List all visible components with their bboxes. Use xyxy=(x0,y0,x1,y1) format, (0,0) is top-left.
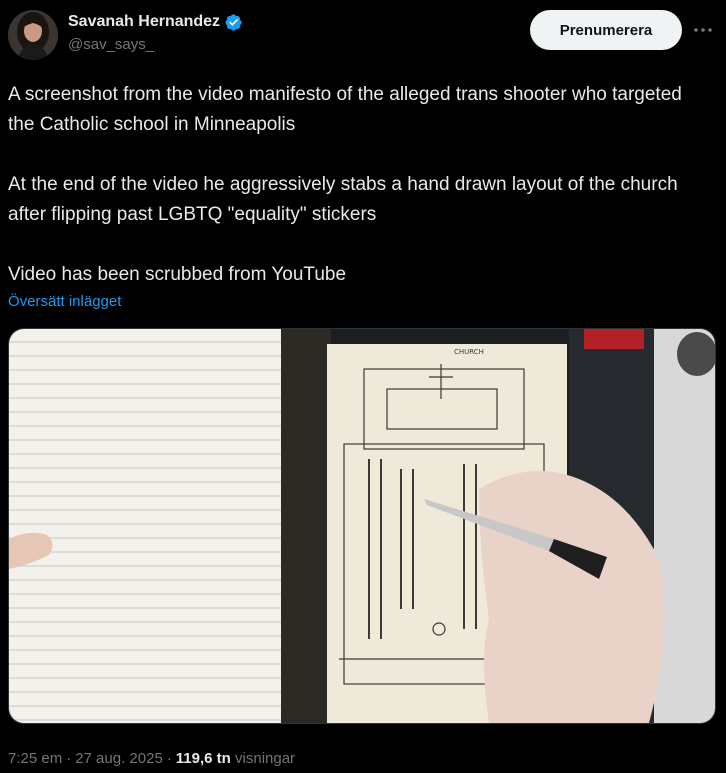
subscribe-button[interactable]: Prenumerera xyxy=(530,10,682,50)
author-avatar[interactable] xyxy=(8,10,58,60)
tweet-date[interactable]: 27 aug. 2025 xyxy=(75,750,163,767)
tweet-body: A screenshot from the video manifesto of… xyxy=(8,80,713,290)
verified-badge-icon xyxy=(225,13,242,31)
more-dots-icon xyxy=(694,28,712,32)
meta-separator: · xyxy=(166,750,172,767)
views-count: 119,6 tn xyxy=(175,750,231,767)
tweet-header: Savanah Hernandez @sav_says_ Prenumerera xyxy=(0,0,726,70)
tweet-paragraph-2: At the end of the video he aggressively … xyxy=(8,174,678,225)
author-display-name[interactable]: Savanah Hernandez xyxy=(68,12,220,32)
author-name-row[interactable]: Savanah Hernandez xyxy=(68,12,243,32)
tweet-paragraph-1: A screenshot from the video manifesto of… xyxy=(8,84,682,135)
tweet-metadata: 7:25 em · 27 aug. 2025 · 119,6 tn visningar xyxy=(8,749,295,769)
tweet-time[interactable]: 7:25 em xyxy=(8,750,62,767)
author-handle[interactable]: @sav_says_ xyxy=(68,36,243,54)
author-info: Savanah Hernandez @sav_says_ xyxy=(68,12,243,54)
tweet-media-image[interactable]: CHURCH xyxy=(8,328,716,724)
sketch-note: CHURCH xyxy=(454,348,484,356)
notebook-sketch-image: CHURCH xyxy=(9,329,715,723)
translate-post-link[interactable]: Översätt inlägget xyxy=(8,293,121,311)
spiral-binding xyxy=(281,329,331,723)
tweet-paragraph-3: Video has been scrubbed from YouTube xyxy=(8,264,347,285)
more-options-button[interactable] xyxy=(688,18,718,42)
meta-separator: · xyxy=(66,750,72,767)
views-label: visningar xyxy=(235,750,296,767)
